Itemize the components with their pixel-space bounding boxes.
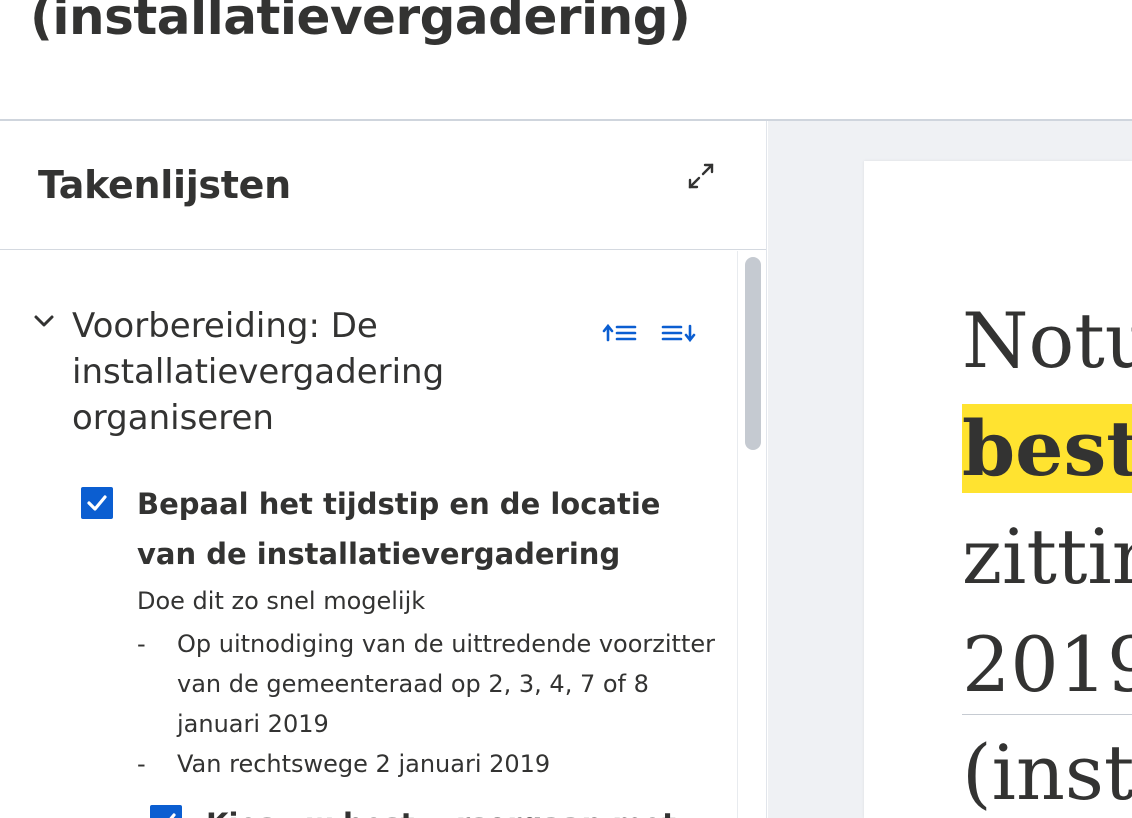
document-rule: [962, 714, 1132, 715]
task-checkbox[interactable]: [81, 487, 113, 519]
task-title[interactable]: Kies uw bestuursorgaan met: [206, 799, 766, 818]
scrollbar-thumb[interactable]: [745, 257, 761, 450]
highlighted-text: best: [962, 404, 1132, 493]
bullet-text: Van rechtswege 2 januari 2019: [177, 750, 551, 778]
sort-ascending-icon: [602, 323, 637, 342]
tasklist-scroll-area[interactable]: Voorbereiding: De installatievergadering…: [0, 251, 766, 818]
checkmark-icon: [169, 813, 176, 818]
bullet-dash: -: [137, 630, 146, 658]
list-item: - Van rechtswege 2 januari 2019: [137, 744, 717, 784]
checkmark-icon: [87, 495, 107, 511]
section-toggle[interactable]: [30, 307, 58, 335]
document-title: Notu best zittin 2019 (inst: [962, 287, 1132, 818]
tasklist-panel: Takenlijsten Voorbereiding: De installat…: [0, 121, 767, 818]
bullet-dash: -: [137, 750, 146, 778]
section-title[interactable]: Voorbereiding: De installatievergadering…: [72, 303, 492, 441]
task-title[interactable]: Bepaal het tijdstip en de locatie van de…: [137, 479, 717, 579]
sort-descending-button[interactable]: [658, 319, 698, 347]
expand-button[interactable]: [682, 157, 720, 195]
task-checkbox[interactable]: [150, 805, 182, 818]
bullet-text: Op uitnodiging van de uittredende voorzi…: [177, 630, 715, 738]
expand-arrows-icon: [688, 163, 714, 189]
document-line: Notu: [962, 296, 1132, 385]
sort-ascending-button[interactable]: [600, 319, 640, 347]
document-line: 2019: [962, 620, 1132, 709]
document-line: (inst: [962, 728, 1132, 817]
page-title: (installatievergadering): [30, 0, 691, 46]
task-description: Doe dit zo snel mogelijk: [137, 587, 426, 615]
document-line: zittin: [962, 512, 1132, 601]
panel-title: Takenlijsten: [38, 163, 291, 207]
sort-descending-icon: [661, 324, 696, 343]
list-item: - Op uitnodiging van de uittredende voorz…: [137, 624, 717, 744]
panel-header: Takenlijsten: [0, 121, 766, 250]
document-page[interactable]: Notu best zittin 2019 (inst: [864, 161, 1132, 818]
document-line-highlighted: best: [962, 395, 1132, 503]
task-bullet-list: - Op uitnodiging van de uittredende voorz…: [137, 624, 717, 784]
chevron-down-icon: [34, 315, 54, 327]
